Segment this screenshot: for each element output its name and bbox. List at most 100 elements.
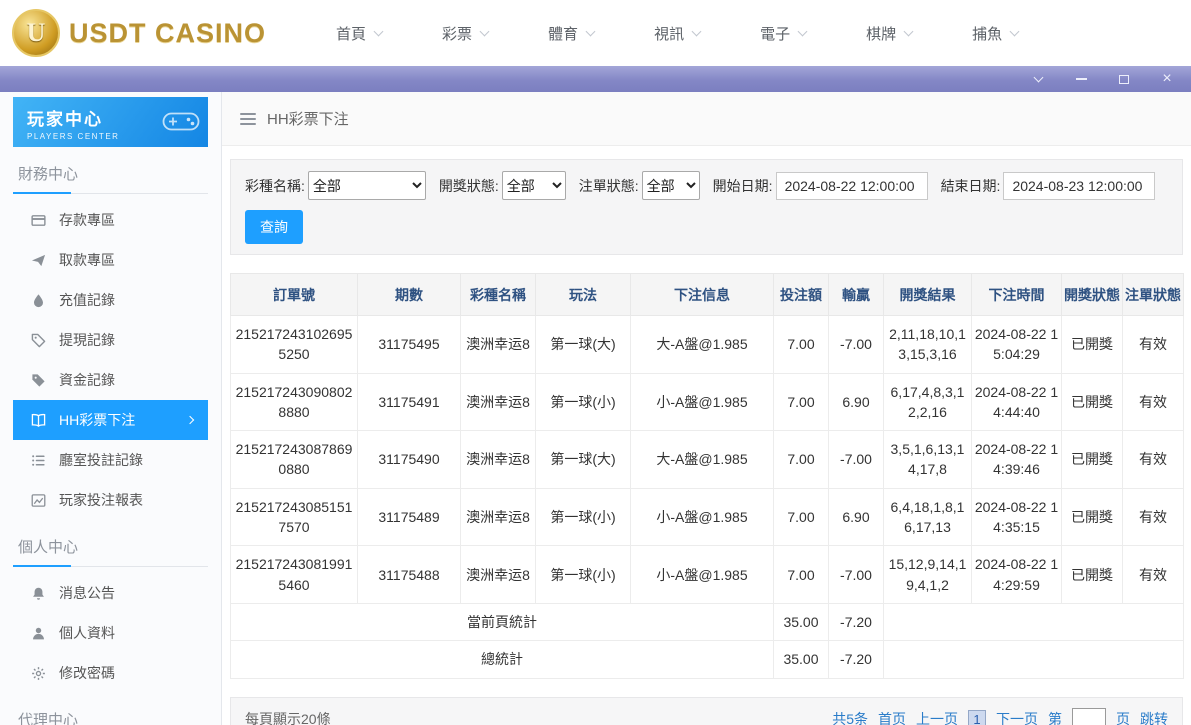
lottery-select[interactable]: 全部 [308,171,426,200]
page-total-winloss: -7.20 [829,603,884,640]
cell-period: 31175495 [358,316,461,374]
per-page-text: 每頁顯示20條 [245,709,331,725]
cell-bet-amount: 7.00 [774,316,829,374]
order-status-select[interactable]: 全部 [642,171,700,200]
col-period: 期數 [358,274,461,316]
main-content: HH彩票下注 彩種名稱: 全部 開獎狀態: 全部 [222,92,1191,725]
cell-order-status: 有效 [1123,488,1184,546]
menu-toggle-icon[interactable] [240,113,256,125]
cell-bet-info: 大-A盤@1.985 [631,431,774,489]
cell-draw-status: 已開獎 [1062,546,1123,604]
sidebar-item-label: 充值記錄 [59,290,115,310]
start-date-input[interactable] [776,172,928,200]
nav-item-electronic[interactable]: 電子 [760,23,806,44]
col-bet-info: 下注信息 [631,274,774,316]
nav-item-label: 首頁 [336,23,366,44]
next-page-link[interactable]: 下一页 [996,709,1038,725]
section-finance-center: 財務中心 [13,147,208,194]
cell-bet-amount: 7.00 [774,431,829,489]
sidebar-item-label: 提現記錄 [59,330,115,350]
sidebar-item-deposit[interactable]: 存款專區 [13,200,208,240]
window-titlebar: × [0,66,1191,92]
send-money-icon [30,252,46,268]
sidebar-item-label: 消息公告 [59,583,115,603]
nav-item-lottery[interactable]: 彩票 [442,23,488,44]
breadcrumb: HH彩票下注 [222,92,1191,146]
jump-button[interactable]: 跳转 [1140,709,1168,725]
col-play-type: 玩法 [536,274,631,316]
col-lottery-name: 彩種名稱 [461,274,536,316]
end-date-input[interactable] [1003,172,1155,200]
col-win-loss: 輸贏 [829,274,884,316]
sidebar-item-funds-record[interactable]: 資金記錄 [13,360,208,400]
sidebar-item-label: HH彩票下注 [59,410,135,430]
sidebar: 玩家中心 PLAYERS CENTER 財務中心 存款專區 取款專區 充值記錄 … [0,92,222,725]
nav-item-sports[interactable]: 體育 [548,23,594,44]
bets-table: 訂單號 期數 彩種名稱 玩法 下注信息 投注額 輸贏 開獎結果 下注時間 開獎狀… [230,273,1184,679]
cell-period: 31175491 [358,373,461,431]
cell-win-loss: 6.90 [829,488,884,546]
sidebar-item-withdraw-record[interactable]: 提現記錄 [13,320,208,360]
query-button[interactable]: 查詢 [245,210,303,244]
cell-draw-result: 6,4,18,1,8,16,17,13 [884,488,972,546]
sidebar-item-change-password[interactable]: 修改密碼 [13,653,208,693]
cell-play-type: 第一球(小) [536,373,631,431]
cell-bet-amount: 7.00 [774,373,829,431]
cell-lottery-name: 澳洲幸运8 [461,488,536,546]
window-minimize-button[interactable] [1073,71,1089,87]
jump-label-post: 页 [1116,709,1130,725]
sidebar-item-label: 廳室投註記錄 [59,450,143,470]
sidebar-item-player-bet-report[interactable]: 玩家投注報表 [13,480,208,520]
nav-item-board-games[interactable]: 棋牌 [866,23,912,44]
table-row: 2152172431026955250 31175495 澳洲幸运8 第一球(大… [231,316,1184,374]
sidebar-item-hall-bet-records[interactable]: 廳室投註記錄 [13,440,208,480]
nav-item-label: 彩票 [442,23,472,44]
cell-play-type: 第一球(大) [536,431,631,489]
cell-bet-amount: 7.00 [774,546,829,604]
first-page-link[interactable]: 首页 [878,709,906,725]
maximize-icon [1119,75,1129,84]
cell-bet-time: 2024-08-22 14:29:59 [972,546,1062,604]
nav-item-fishing[interactable]: 捕魚 [972,23,1018,44]
sidebar-item-recharge-record[interactable]: 充值記錄 [13,280,208,320]
table-row: 2152172430878690880 31175490 澳洲幸运8 第一球(大… [231,431,1184,489]
draw-status-select[interactable]: 全部 [502,171,566,200]
content-area: 彩種名稱: 全部 開獎狀態: 全部 注單狀態: 全 [222,146,1191,725]
nav-item-label: 體育 [548,23,578,44]
window-dropdown-button[interactable] [1030,71,1046,87]
cell-bet-info: 小-A盤@1.985 [631,373,774,431]
window-maximize-button[interactable] [1116,71,1132,87]
brand-logo[interactable]: U USDT CASINO [12,9,266,57]
lottery-filter-group: 彩種名稱: 全部 [245,171,426,200]
prev-page-link[interactable]: 上一页 [916,709,958,725]
nav-item-home[interactable]: 首頁 [336,23,382,44]
cell-win-loss: -7.00 [829,431,884,489]
cell-order-number: 2152172430819915460 [231,546,358,604]
sidebar-item-messages[interactable]: 消息公告 [13,573,208,613]
sidebar-item-label: 取款專區 [59,250,115,270]
nav-item-video[interactable]: 視訊 [654,23,700,44]
list-icon [30,452,46,468]
logo-letter: U [27,18,46,48]
sidebar-item-profile[interactable]: 個人資料 [13,613,208,653]
cell-lottery-name: 澳洲幸运8 [461,546,536,604]
pager: 共5条 首页 上一页 1 下一页 第 页 跳转 [832,708,1168,725]
cell-draw-result: 3,5,1,6,13,14,17,8 [884,431,972,489]
cell-draw-result: 15,12,9,14,19,4,1,2 [884,546,972,604]
cell-order-number: 2152172430851517570 [231,488,358,546]
sidebar-item-label: 個人資料 [59,623,115,643]
window-close-button[interactable]: × [1159,71,1175,87]
cell-play-type: 第一球(小) [536,488,631,546]
cell-bet-info: 大-A盤@1.985 [631,316,774,374]
sidebar-item-withdraw[interactable]: 取款專區 [13,240,208,280]
cell-bet-info: 小-A盤@1.985 [631,488,774,546]
nav-item-label: 棋牌 [866,23,896,44]
player-center-header: 玩家中心 PLAYERS CENTER [13,97,208,147]
sidebar-item-hh-lottery-bets[interactable]: HH彩票下注 [13,400,208,440]
chevron-down-icon [904,26,914,36]
jump-label-pre: 第 [1048,709,1062,725]
cell-win-loss: -7.00 [829,316,884,374]
nav-item-label: 捕魚 [972,23,1002,44]
page-jump-input[interactable] [1072,708,1106,725]
current-page-indicator[interactable]: 1 [968,710,986,725]
